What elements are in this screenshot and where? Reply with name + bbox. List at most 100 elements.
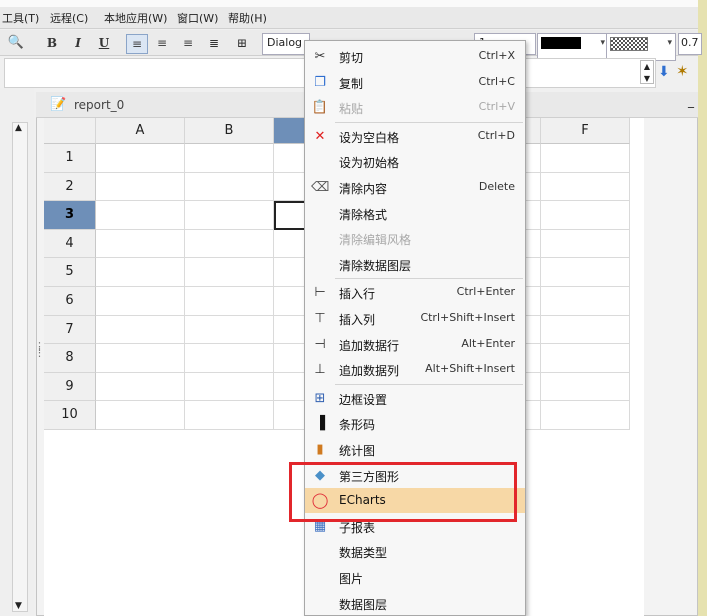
cell-f8[interactable] <box>541 344 630 373</box>
menu-local-apps[interactable]: 本地应用(W) <box>104 10 167 26</box>
arrow-down-icon[interactable]: ⬇ <box>658 64 670 80</box>
cell-b10[interactable] <box>185 401 274 430</box>
cell-b6[interactable] <box>185 287 274 316</box>
menu-item-border[interactable]: ⊞ 边框设置 <box>305 386 525 411</box>
menu-item-scissors[interactable]: ✂ 剪切 Ctrl+X <box>305 44 525 69</box>
scroll-down-icon[interactable]: ▼ <box>15 601 22 611</box>
menu-item-item-7[interactable]: 清除编辑风格 <box>305 226 525 251</box>
cell-b3[interactable] <box>185 201 274 230</box>
font-family-combo[interactable]: Dialog <box>262 33 310 55</box>
cell-f5[interactable] <box>541 258 630 287</box>
scissors-icon: ✂ <box>314 49 326 64</box>
menu-item-label: 条形码 <box>339 418 376 433</box>
column-header-a[interactable]: A <box>96 118 185 144</box>
cell-a4[interactable] <box>96 229 185 259</box>
menu-item-paste[interactable]: 📋 粘贴 Ctrl+V <box>305 95 525 120</box>
menu-item-label: 粘贴 <box>339 102 364 117</box>
column-header-f[interactable]: F <box>541 118 630 144</box>
append-column-icon: ⊥ <box>314 362 326 378</box>
cell-f10[interactable] <box>541 401 630 430</box>
minimize-icon[interactable]: _ <box>688 94 694 108</box>
row-header-9[interactable]: 9 <box>44 372 96 402</box>
menu-separator <box>335 383 523 385</box>
print-preview-icon[interactable]: 🔍 <box>6 34 26 52</box>
menu-item-eraser[interactable]: ⌫ 清除内容 Delete <box>305 175 525 200</box>
cell-a2[interactable] <box>96 172 185 202</box>
cell-a8[interactable] <box>96 344 185 373</box>
cell-a5[interactable] <box>96 258 185 287</box>
align-right-icon[interactable]: ≡ <box>178 34 198 52</box>
cell-f1[interactable] <box>541 144 630 173</box>
row-header-7[interactable]: 7 <box>44 315 96 345</box>
cell-f2[interactable] <box>541 172 630 202</box>
cell-b2[interactable] <box>185 172 274 202</box>
report-title: report_0 <box>74 98 125 112</box>
cell-f6[interactable] <box>541 287 630 316</box>
menu-help[interactable]: 帮助(H) <box>228 10 267 26</box>
magic-wand-icon[interactable]: ✶ <box>676 62 689 80</box>
insert-row-icon: ⊢ <box>314 285 326 301</box>
pattern-combo[interactable]: ▾ <box>606 33 676 61</box>
menu-item-copy[interactable]: ❐ 复制 Ctrl+C <box>305 70 525 95</box>
cell-f3[interactable] <box>541 201 630 230</box>
menu-item-insert-row[interactable]: ⊢ 插入行 Ctrl+Enter <box>305 280 525 305</box>
menu-item-item-21[interactable]: 数据图层 <box>305 591 525 616</box>
cell-b4[interactable] <box>185 229 274 259</box>
cell-f9[interactable] <box>541 372 630 402</box>
row-header-8[interactable]: 8 <box>44 344 96 373</box>
align-justify-icon[interactable]: ≣ <box>204 34 224 52</box>
cell-a9[interactable] <box>96 372 185 402</box>
cell-b8[interactable] <box>185 344 274 373</box>
row-header-10[interactable]: 10 <box>44 401 96 430</box>
cell-a10[interactable] <box>96 401 185 430</box>
cell-b1[interactable] <box>185 144 274 173</box>
menu-item-item-8[interactable]: 清除数据图层 <box>305 252 525 277</box>
row-header-5[interactable]: 5 <box>44 258 96 287</box>
align-center-icon[interactable]: ≡ <box>152 34 172 52</box>
menu-item-append-row[interactable]: ⊣ 追加数据行 Alt+Enter <box>305 332 525 357</box>
column-header-b[interactable]: B <box>185 118 274 144</box>
cell-b5[interactable] <box>185 258 274 287</box>
cell-b7[interactable] <box>185 315 274 345</box>
editor-spinner[interactable]: ▲ ▼ <box>640 60 654 84</box>
align-left-icon[interactable]: ≡ <box>126 34 148 54</box>
row-header-3[interactable]: 3 <box>44 201 96 230</box>
row-header-6[interactable]: 6 <box>44 287 96 316</box>
menu-item-item-20[interactable]: 图片 <box>305 565 525 590</box>
cell-b9[interactable] <box>185 372 274 402</box>
italic-button[interactable]: I <box>68 34 88 52</box>
menu-item-label: 插入列 <box>339 313 376 327</box>
menu-item-label: 数据图层 <box>339 597 388 612</box>
eraser-icon: ⌫ <box>311 180 330 195</box>
menu-tools[interactable]: 工具(T) <box>2 10 39 26</box>
cell-a6[interactable] <box>96 287 185 316</box>
menu-remote[interactable]: 远程(C) <box>50 10 88 26</box>
row-header-1[interactable]: 1 <box>44 144 96 173</box>
cell-a1[interactable] <box>96 144 185 173</box>
grid-corner[interactable] <box>44 118 96 144</box>
row-header-2[interactable]: 2 <box>44 172 96 202</box>
menu-item-shortcut: Ctrl+V <box>478 100 515 114</box>
menu-item-item-4[interactable]: 设为初始格 <box>305 149 525 174</box>
row-header-4[interactable]: 4 <box>44 229 96 259</box>
menu-item-barcode[interactable]: ▐ 条形码 <box>305 411 525 436</box>
cell-a3[interactable] <box>96 201 185 230</box>
menu-item-item-19[interactable]: 数据类型 <box>305 539 525 564</box>
zoom-combo[interactable]: 0.7 <box>678 33 702 55</box>
underline-button[interactable]: U <box>94 34 114 52</box>
merge-cells-icon[interactable]: ⊞ <box>232 34 252 52</box>
font-color-combo[interactable]: ▾ <box>537 33 609 61</box>
menu-item-red-x[interactable]: ✕ 设为空白格 Ctrl+D <box>305 124 525 149</box>
bold-button[interactable]: B <box>42 34 62 52</box>
cell-a7[interactable] <box>96 315 185 345</box>
menu-item-insert-column[interactable]: ⊤ 插入列 Ctrl+Shift+Insert <box>305 306 525 331</box>
menu-item-item-6[interactable]: 清除格式 <box>305 201 525 226</box>
cell-f7[interactable] <box>541 315 630 345</box>
scroll-up-icon[interactable]: ▲ <box>15 123 22 133</box>
border-icon: ⊞ <box>314 390 326 406</box>
cell-f4[interactable] <box>541 229 630 259</box>
menu-window[interactable]: 窗口(W) <box>177 10 218 26</box>
menu-item-bar-chart[interactable]: ▮ 统计图 <box>305 437 525 462</box>
left-scrollbar[interactable]: ▲ ▼ <box>12 122 28 612</box>
menu-item-append-column[interactable]: ⊥ 追加数据列 Alt+Shift+Insert <box>305 357 525 382</box>
